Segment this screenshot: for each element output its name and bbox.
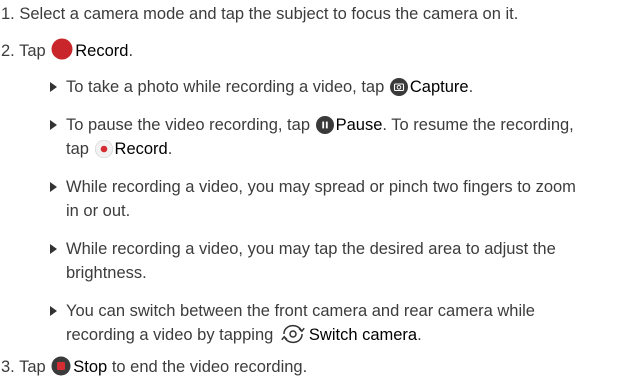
bullet-pause-line2: tap Record. [66, 137, 172, 161]
bullet-capture-period: . [468, 78, 474, 96]
step-1-number: 1. [1, 5, 15, 23]
record-resume-label: Record [114, 140, 168, 158]
bullet-switch-text: recording a video by tapping [66, 326, 274, 344]
camera-capture-icon [389, 78, 408, 96]
bullet-capture: To take a photo while recording a video,… [66, 75, 473, 99]
step-3-prefix: Tap [19, 358, 46, 376]
bullet-pause-period: . [167, 140, 173, 158]
step-1-text: Select a camera mode and tap the subject… [19, 5, 519, 23]
pause-label: Pause [335, 116, 383, 134]
bullet-brightness-line2: brightness. [66, 264, 147, 282]
bullet-pause-tap: tap [66, 140, 89, 158]
stop-label: Stop [73, 358, 108, 376]
switch-camera-icon [279, 324, 307, 344]
bullet-brightness-line1: While recording a video, you may tap the… [66, 240, 556, 258]
bullet-pause-tail: . To resume the recording, [382, 116, 574, 134]
step-2-number: 2. [1, 42, 15, 60]
bullet-marker [50, 120, 57, 130]
record-small-icon [94, 140, 113, 158]
step-2-prefix: Tap [19, 42, 46, 60]
record-label: Record [75, 42, 129, 60]
step-2-period: . [128, 42, 134, 60]
step-3: 3. Tap Stop to end the video recording. [1, 355, 307, 379]
step-3-number: 3. [1, 358, 15, 376]
step-3-suffix: to end the video recording. [111, 358, 308, 376]
bullet-capture-text: To take a photo while recording a video,… [66, 78, 385, 96]
bullet-switch-period: . [417, 326, 422, 344]
bullet-marker [50, 244, 57, 254]
instruction-page: 1. Select a camera mode and tap the subj… [0, 0, 634, 378]
bullet-pause-text: To pause the video recording, tap [66, 116, 310, 134]
step-2: 2. Tap Record. [1, 38, 133, 63]
step-1: 1. Select a camera mode and tap the subj… [1, 2, 518, 26]
bullet-zoom-line2: in or out. [66, 202, 131, 220]
bullet-pause-line1: To pause the video recording, tap Pause.… [66, 113, 574, 137]
capture-label: Capture [409, 78, 469, 96]
bullet-zoom-line1: While recording a video, you may spread … [66, 178, 576, 196]
switch-camera-label: Switch camera [308, 326, 418, 344]
bullet-switch-line1: You can switch between the front camera … [66, 302, 535, 320]
stop-icon [51, 356, 71, 376]
bullet-marker [50, 82, 57, 92]
pause-icon [315, 116, 334, 134]
bullet-marker [50, 306, 57, 316]
record-icon [51, 38, 73, 60]
bullet-switch-line2: recording a video by tapping Switch came… [66, 323, 422, 347]
bullet-marker [50, 182, 57, 192]
